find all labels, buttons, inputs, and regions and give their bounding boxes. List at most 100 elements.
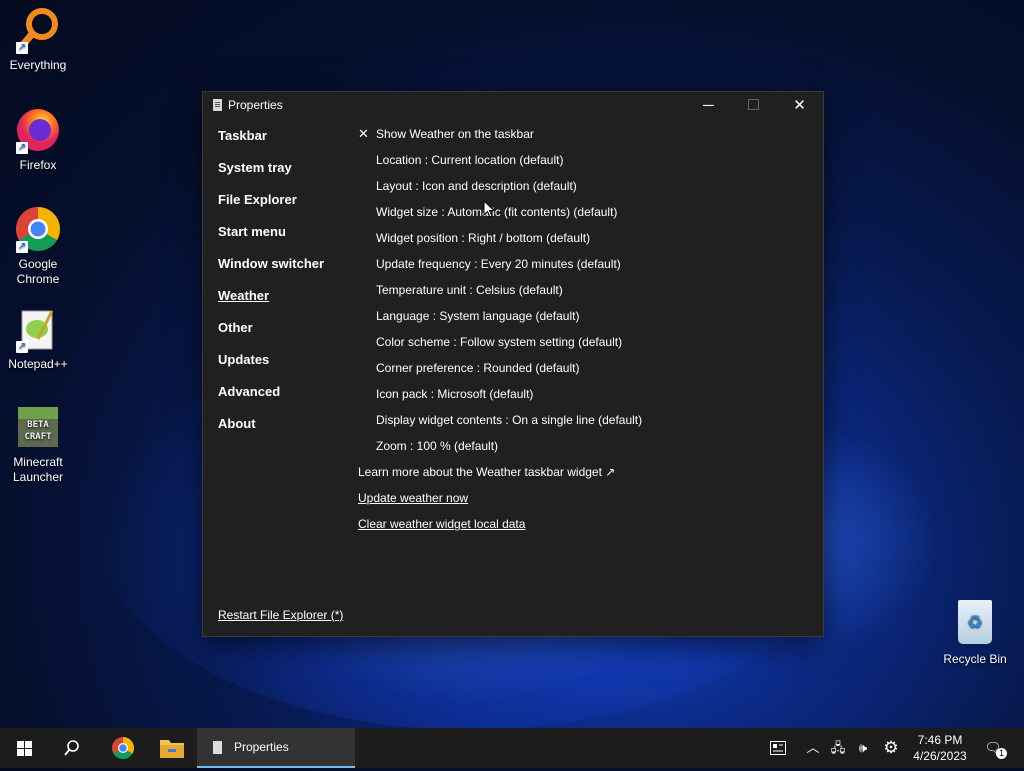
shortcut-arrow-icon: ↗ <box>16 341 28 353</box>
setting-icon-pack[interactable]: Icon pack : Microsoft (default) <box>358 386 798 412</box>
shortcut-arrow-icon: ↗ <box>16 142 28 154</box>
setting-widget-size[interactable]: Widget size : Automatic (fit contents) (… <box>358 204 798 230</box>
nav-item-advanced[interactable]: Advanced <box>218 384 324 416</box>
desktop-icon-chrome[interactable]: ↗ Google Chrome <box>0 205 76 287</box>
news-icon <box>770 741 786 755</box>
network-icon: 🖧 <box>830 740 846 755</box>
setting-label: Widget position : Right / bottom (defaul… <box>376 231 591 245</box>
setting-label: Icon pack : Microsoft (default) <box>376 387 534 401</box>
setting-label: Display widget contents : On a single li… <box>376 413 643 427</box>
window-titlebar[interactable]: Properties ─ ☐ ✕ <box>203 92 823 120</box>
settings-nav: Taskbar System tray File Explorer Start … <box>218 128 324 448</box>
setting-display-widget-contents[interactable]: Display widget contents : On a single li… <box>358 412 798 438</box>
nav-item-weather[interactable]: Weather <box>218 288 324 320</box>
link-label: Clear weather widget local data <box>358 517 526 531</box>
desktop-icon-label: Everything <box>9 58 67 72</box>
nav-label: Taskbar <box>218 128 267 143</box>
minecraft-launcher-icon: BETA CRAFT <box>14 403 62 451</box>
update-weather-now-link[interactable]: Update weather now <box>358 490 798 516</box>
nav-item-start-menu[interactable]: Start menu <box>218 224 324 256</box>
shortcut-arrow-icon: ↗ <box>16 241 28 253</box>
search-icon <box>64 740 79 756</box>
mouse-cursor-icon <box>483 200 495 218</box>
restart-file-explorer-link[interactable]: Restart File Explorer (*) <box>218 608 343 622</box>
setting-layout[interactable]: Layout : Icon and description (default) <box>358 178 798 204</box>
clear-weather-data-link[interactable]: Clear weather widget local data <box>358 516 798 542</box>
desktop-icon-everything[interactable]: ↗ Everything <box>0 6 76 73</box>
chrome-icon: ↗ <box>14 205 62 253</box>
nav-label: About <box>218 416 256 431</box>
desktop-icon-firefox[interactable]: ↗ Firefox <box>0 106 76 173</box>
minimize-button[interactable]: ─ <box>686 92 731 120</box>
setting-color-scheme[interactable]: Color scheme : Follow system setting (de… <box>358 334 798 360</box>
setting-label: Zoom : 100 % (default) <box>376 439 499 453</box>
nav-label: Advanced <box>218 384 281 399</box>
setting-label: Temperature unit : Celsius (default) <box>376 283 563 297</box>
desktop-icon-label: Notepad++ <box>8 357 68 371</box>
nav-label: Updates <box>218 352 270 367</box>
nav-item-about[interactable]: About <box>218 416 324 448</box>
desktop-icon-minecraft[interactable]: BETA CRAFT Minecraft Launcher <box>0 403 76 485</box>
volume-button[interactable]: 🕪 <box>851 728 875 768</box>
nav-item-window-switcher[interactable]: Window switcher <box>218 256 324 288</box>
notification-count-badge: 1 <box>996 748 1007 759</box>
nav-label: File Explorer <box>218 192 297 207</box>
taskbar-clock[interactable]: 7:46 PM 4/26/2023 <box>905 732 975 764</box>
setting-label: Color scheme : Follow system setting (de… <box>376 335 623 349</box>
setting-zoom[interactable]: Zoom : 100 % (default) <box>358 438 798 464</box>
firefox-icon: ↗ <box>14 106 62 154</box>
weather-settings-panel: ✕ Show Weather on the taskbar Location :… <box>358 126 798 542</box>
taskbar-file-explorer-button[interactable] <box>148 728 196 768</box>
nav-label: Start menu <box>218 224 286 239</box>
setting-temperature-unit[interactable]: Temperature unit : Celsius (default) <box>358 282 798 308</box>
learn-more-link[interactable]: Learn more about the Weather taskbar wid… <box>358 464 798 490</box>
nav-item-taskbar[interactable]: Taskbar <box>218 128 324 160</box>
setting-widget-position[interactable]: Widget position : Right / bottom (defaul… <box>358 230 798 256</box>
properties-app-icon <box>213 741 222 754</box>
setting-language[interactable]: Language : System language (default) <box>358 308 798 334</box>
everything-icon: ↗ <box>14 6 62 54</box>
shortcut-arrow-icon: ↗ <box>16 42 28 54</box>
properties-app-icon <box>213 99 222 111</box>
news-widget-button[interactable] <box>764 728 792 768</box>
search-button[interactable] <box>48 728 96 768</box>
windows-logo-icon <box>17 741 24 748</box>
nav-label: Window switcher <box>218 256 325 271</box>
desktop-icon-recycle-bin[interactable]: Recycle Bin <box>940 600 1010 666</box>
desktop-icon-label: Minecraft Launcher <box>12 455 64 484</box>
properties-window: Properties ─ ☐ ✕ Taskbar System tray Fil… <box>202 91 824 637</box>
network-button[interactable]: 🖧 <box>826 728 850 768</box>
nav-item-file-explorer[interactable]: File Explorer <box>218 192 324 224</box>
desktop-icon-notepadpp[interactable]: ↗ Notepad++ <box>0 305 76 372</box>
link-label: Update weather now <box>358 491 469 505</box>
setting-label: Update frequency : Every 20 minutes (def… <box>376 257 621 271</box>
nav-item-other[interactable]: Other <box>218 320 324 352</box>
start-button[interactable] <box>0 728 48 768</box>
taskbar-chrome-button[interactable] <box>99 728 147 768</box>
svg-text:CRAFT: CRAFT <box>24 432 52 442</box>
windows-logo-icon <box>25 749 32 756</box>
nav-item-updates[interactable]: Updates <box>218 352 324 384</box>
clock-date: 4/26/2023 <box>913 749 967 763</box>
close-button[interactable]: ✕ <box>777 92 822 120</box>
clock-time: 7:46 PM <box>917 733 963 747</box>
maximize-button[interactable]: ☐ <box>731 92 776 120</box>
nav-label: Other <box>218 320 253 335</box>
show-hidden-icons-button[interactable]: ︿ <box>802 728 824 768</box>
taskbar-properties-button[interactable]: Properties <box>197 728 355 768</box>
taskbar-button-label: Properties <box>234 740 289 754</box>
setting-show-weather[interactable]: ✕ Show Weather on the taskbar <box>358 126 798 152</box>
windows-logo-icon <box>17 749 24 756</box>
link-label: Learn more about the Weather taskbar wid… <box>358 465 616 479</box>
setting-corner-preference[interactable]: Corner preference : Rounded (default) <box>358 360 798 386</box>
notification-center-button[interactable]: 🗨 1 <box>978 728 1008 768</box>
checkbox-checked-icon[interactable]: ✕ <box>358 126 372 142</box>
chrome-icon <box>112 737 134 759</box>
setting-label: Location : Current location (default) <box>376 153 564 167</box>
setting-location[interactable]: Location : Current location (default) <box>358 152 798 178</box>
gear-icon: ⚙ <box>883 738 899 757</box>
nav-item-system-tray[interactable]: System tray <box>218 160 324 192</box>
settings-button[interactable]: ⚙ <box>878 728 904 768</box>
setting-update-frequency[interactable]: Update frequency : Every 20 minutes (def… <box>358 256 798 282</box>
taskbar: Properties ︿ 🖧 🕪 ⚙ 7:46 PM 4/26/2023 🗨 1 <box>0 728 1024 768</box>
